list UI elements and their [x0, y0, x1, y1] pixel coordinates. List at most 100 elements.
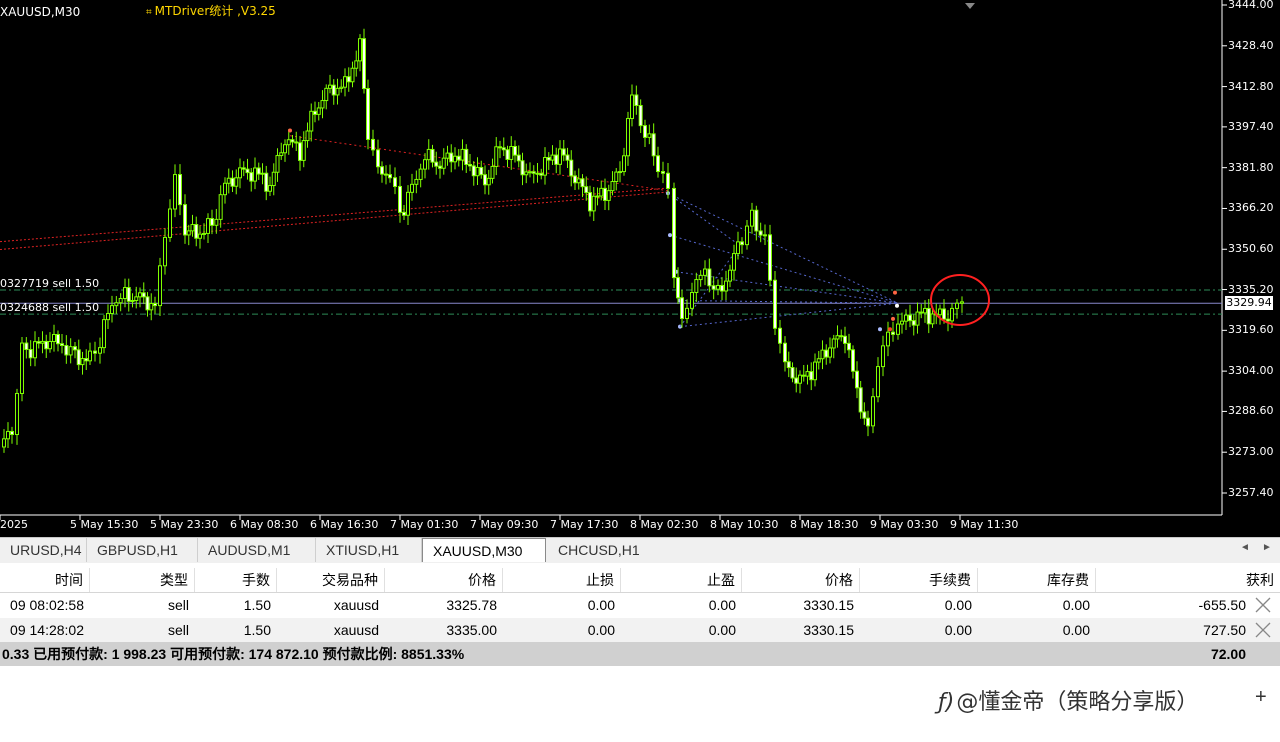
time-tick-label: 7 May 09:30 [470, 518, 539, 531]
candle-body [520, 160, 525, 176]
price-chart[interactable]: XAUUSD,M30 ⌗ MTDriver统计 ,V3.25 0327719 se… [0, 0, 1280, 537]
candle-body [546, 157, 551, 161]
candle-body [418, 168, 423, 180]
col-price-header[interactable]: 价格 [385, 568, 503, 592]
candle-body [778, 327, 782, 344]
candle-body [223, 182, 227, 196]
candle-body [371, 138, 375, 151]
close-position-icon[interactable] [1254, 596, 1272, 614]
candle-body [783, 342, 787, 363]
trendline [0, 191, 669, 251]
candle-body [876, 366, 880, 398]
candle-body [73, 346, 77, 351]
candle-body [543, 157, 547, 176]
candle-body [483, 174, 487, 186]
candle-body [886, 331, 890, 347]
candle-body [550, 154, 555, 161]
time-tick-label: 7 May 17:30 [550, 518, 619, 531]
candle-body [942, 308, 946, 320]
candle-body [638, 105, 643, 127]
tab-gbpusd-h1[interactable]: GBPUSD,H1 [87, 538, 198, 562]
connector-line [667, 192, 899, 304]
candle-body [661, 171, 665, 174]
candle-body [584, 186, 589, 194]
time-tick-label: 8 May 18:30 [790, 518, 859, 531]
cell-type: sell [167, 597, 189, 613]
candle-body [441, 157, 446, 169]
candle-body [835, 335, 840, 340]
candle-body [283, 144, 287, 154]
candle-body [48, 340, 52, 350]
col-current-price-header[interactable]: 价格 [742, 568, 860, 592]
candle-body [186, 230, 191, 236]
col-profit-header[interactable]: 获利 [1096, 568, 1280, 592]
cell-type: sell [167, 622, 189, 638]
tab-xtiusd-h1[interactable]: XTIUSD,H1 [316, 538, 422, 562]
candle-body [851, 349, 855, 372]
candle-body [366, 88, 370, 140]
candle-body [946, 318, 950, 322]
candle-body [15, 392, 19, 436]
candle-body [309, 110, 314, 132]
order-label-1[interactable]: 0327719 sell 1.50 [0, 277, 99, 290]
tab-scroll-right-icon[interactable]: ► [1262, 542, 1272, 553]
total-profit: 72.00 [1210, 646, 1246, 662]
candle-body [118, 297, 123, 304]
cell-volume: 1.50 [243, 597, 271, 613]
candle-body [758, 230, 763, 236]
candle-body [279, 152, 284, 157]
plus-icon[interactable]: + [1255, 686, 1267, 709]
candle-body [509, 145, 514, 160]
time-tick-label: 6 May 08:30 [230, 518, 299, 531]
candle-body [24, 342, 29, 351]
candle-body [398, 185, 402, 213]
trade-marker [288, 128, 292, 133]
col-volume-header[interactable]: 手数 [195, 568, 277, 592]
candle-body [698, 274, 703, 281]
close-position-icon[interactable] [1254, 621, 1272, 639]
tab-xauusd-m30[interactable]: XAUUSD,M30 [422, 538, 546, 562]
col-commission-header[interactable]: 手续费 [860, 568, 978, 592]
tab-chcusd-h1[interactable]: CHCUSD,H1 [548, 538, 660, 562]
candle-body [56, 333, 60, 345]
candlestick-chart-canvas[interactable] [0, 0, 1280, 537]
chart-dropdown-icon [965, 3, 975, 9]
time-tick-label: 8 May 02:30 [630, 518, 699, 531]
candle-body [438, 165, 442, 169]
cell-profit: -655.50 [1198, 597, 1246, 613]
table-row[interactable]: 09 08:02:58 sell 1.50 xauusd 3325.78 0.0… [0, 593, 1280, 617]
order-label-2[interactable]: 0324688 sell 1.50 [0, 301, 99, 314]
candle-body [724, 280, 728, 292]
candle-body [290, 139, 295, 143]
time-tick-label: 7 May 01:30 [390, 518, 459, 531]
candle-body [858, 387, 863, 413]
table-row[interactable]: 09 14:28:02 sell 1.50 xauusd 3335.00 0.0… [0, 618, 1280, 642]
candle-body [275, 155, 280, 173]
chart-tabs-bar: URUSD,H4 GBPUSD,H1 AUDUSD,M1 XTIUSD,H1 X… [0, 537, 1280, 563]
cell-volume: 1.50 [243, 622, 271, 638]
candle-body [226, 177, 231, 184]
col-tp-header[interactable]: 止盈 [621, 568, 742, 592]
candle-body [610, 181, 615, 192]
tab-audusd-m1[interactable]: AUDUSD,M1 [198, 538, 316, 562]
col-symbol-header[interactable]: 交易品种 [277, 568, 385, 592]
candle-body [339, 86, 344, 89]
candle-body [198, 233, 202, 239]
candle-body [498, 146, 502, 149]
col-sl-header[interactable]: 止损 [503, 568, 621, 592]
col-type-header[interactable]: 类型 [90, 568, 195, 592]
tab-eurusd-h4[interactable]: URUSD,H4 [0, 538, 87, 562]
candle-body [324, 87, 329, 102]
candle-body [634, 94, 639, 107]
entry-marker [668, 233, 672, 238]
tab-scroll-left-icon[interactable]: ◄ [1240, 542, 1250, 553]
candle-body [384, 173, 388, 176]
candle-body [249, 172, 254, 182]
candle-body [809, 371, 814, 381]
col-time-header[interactable]: 时间 [0, 568, 90, 592]
candle-body [98, 347, 102, 354]
candle-body [2, 438, 6, 448]
candle-body [130, 300, 135, 303]
candle-body [614, 171, 619, 183]
col-swap-header[interactable]: 库存费 [978, 568, 1096, 592]
